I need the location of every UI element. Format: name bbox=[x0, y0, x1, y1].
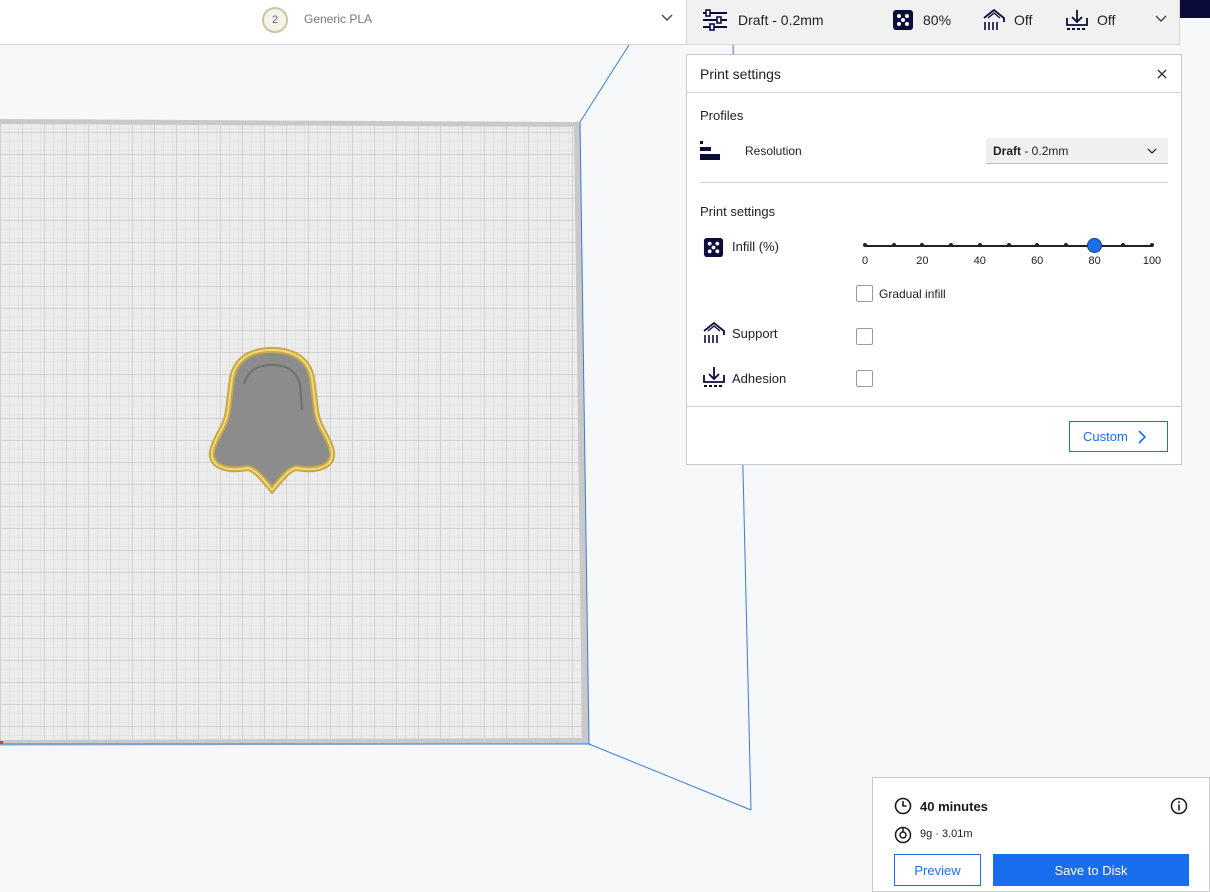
support-summary-text: Off bbox=[1014, 12, 1033, 28]
material-usage: 9g · 3.01m bbox=[920, 828, 973, 840]
resolution-dropdown[interactable]: Draft - 0.2mm bbox=[986, 138, 1168, 164]
material-bar[interactable]: 2 Generic PLA bbox=[0, 0, 686, 45]
section-divider bbox=[700, 182, 1168, 183]
infill-slider-step bbox=[891, 243, 896, 247]
support-label: Support bbox=[732, 326, 778, 341]
profile-summary[interactable]: Draft - 0.2mm bbox=[702, 0, 824, 40]
infill-tick-label: 0 bbox=[861, 255, 869, 267]
adhesion-summary[interactable]: Off bbox=[1065, 0, 1115, 40]
custom-button[interactable]: Custom bbox=[1069, 421, 1168, 452]
preview-button[interactable]: Preview bbox=[894, 854, 981, 886]
info-icon[interactable] bbox=[1170, 797, 1188, 815]
profile-summary-text: Draft - 0.2mm bbox=[738, 12, 824, 28]
resolution-icon bbox=[700, 141, 720, 160]
gradual-infill-checkbox[interactable] bbox=[856, 285, 873, 302]
print-settings-heading: Print settings bbox=[700, 204, 776, 219]
save-button-label: Save to Disk bbox=[1054, 862, 1128, 878]
chevron-down-icon bbox=[1147, 148, 1157, 154]
infill-tick-label: 40 bbox=[973, 255, 986, 267]
support-icon bbox=[983, 8, 1005, 30]
spool-icon bbox=[894, 826, 912, 844]
infill-slider-step bbox=[863, 243, 867, 247]
chevron-right-icon bbox=[1138, 429, 1146, 444]
gradual-infill-label: Gradual infill bbox=[879, 287, 946, 301]
adhesion-icon bbox=[1066, 10, 1088, 30]
save-to-disk-button[interactable]: Save to Disk bbox=[993, 854, 1189, 886]
volume-edge bbox=[579, 44, 630, 123]
adhesion-icon bbox=[703, 367, 725, 387]
volume-edge bbox=[588, 743, 752, 811]
infill-icon bbox=[703, 237, 724, 258]
extruder-badge: 2 bbox=[262, 7, 288, 33]
origin-marker bbox=[0, 741, 3, 744]
print-settings-panel: Print settings Profiles Resolution Draft… bbox=[686, 54, 1182, 465]
adhesion-label: Adhesion bbox=[732, 371, 787, 386]
print-job-panel: 40 minutes 9g · 3.01m Preview Save to Di… bbox=[872, 777, 1210, 892]
infill-label: Infill (%) bbox=[732, 239, 779, 254]
resolution-label: Resolution bbox=[745, 144, 802, 158]
clock-icon bbox=[894, 797, 912, 815]
resolution-value-bold: Draft bbox=[993, 144, 1022, 158]
resolution-value-rest: - 0.2mm bbox=[1021, 144, 1069, 158]
window-corner bbox=[1180, 0, 1210, 18]
custom-button-label: Custom bbox=[1083, 429, 1128, 444]
support-checkbox[interactable] bbox=[856, 328, 873, 345]
infill-tick-label: 20 bbox=[916, 255, 929, 267]
support-summary[interactable]: Off bbox=[982, 0, 1032, 40]
infill-slider-step bbox=[1150, 243, 1154, 247]
adhesion-checkbox[interactable] bbox=[856, 370, 873, 387]
preview-button-label: Preview bbox=[914, 862, 961, 878]
infill-tick-label: 80 bbox=[1088, 255, 1101, 267]
infill-tick-label: 100 bbox=[1142, 255, 1162, 267]
material-name: Generic PLA bbox=[304, 12, 373, 26]
infill-icon bbox=[893, 10, 913, 30]
panel-header: Print settings bbox=[687, 55, 1181, 93]
footer-divider bbox=[687, 406, 1181, 407]
infill-slider-step bbox=[1006, 243, 1011, 247]
print-settings-summary-bar[interactable]: Draft - 0.2mm 80% Off Off bbox=[686, 0, 1180, 45]
infill-slider-step bbox=[1063, 243, 1068, 247]
infill-slider-step bbox=[977, 243, 982, 247]
extruder-number: 2 bbox=[271, 14, 279, 26]
print-time: 40 minutes bbox=[920, 799, 988, 814]
infill-tick-label: 60 bbox=[1031, 255, 1044, 267]
infill-slider[interactable]: 0 20 40 60 80 100 bbox=[857, 235, 1161, 275]
adhesion-summary-text: Off bbox=[1097, 12, 1116, 28]
chevron-down-icon[interactable] bbox=[660, 11, 674, 25]
chevron-down-icon[interactable] bbox=[1154, 12, 1168, 26]
infill-summary-text: 80% bbox=[923, 12, 952, 28]
sliders-icon bbox=[703, 9, 727, 31]
support-icon bbox=[703, 321, 725, 343]
profiles-heading: Profiles bbox=[700, 108, 744, 123]
panel-title: Print settings bbox=[700, 66, 781, 82]
close-icon[interactable] bbox=[1155, 67, 1169, 81]
infill-slider-handle[interactable] bbox=[1087, 238, 1103, 253]
infill-summary[interactable]: 80% bbox=[892, 0, 951, 40]
